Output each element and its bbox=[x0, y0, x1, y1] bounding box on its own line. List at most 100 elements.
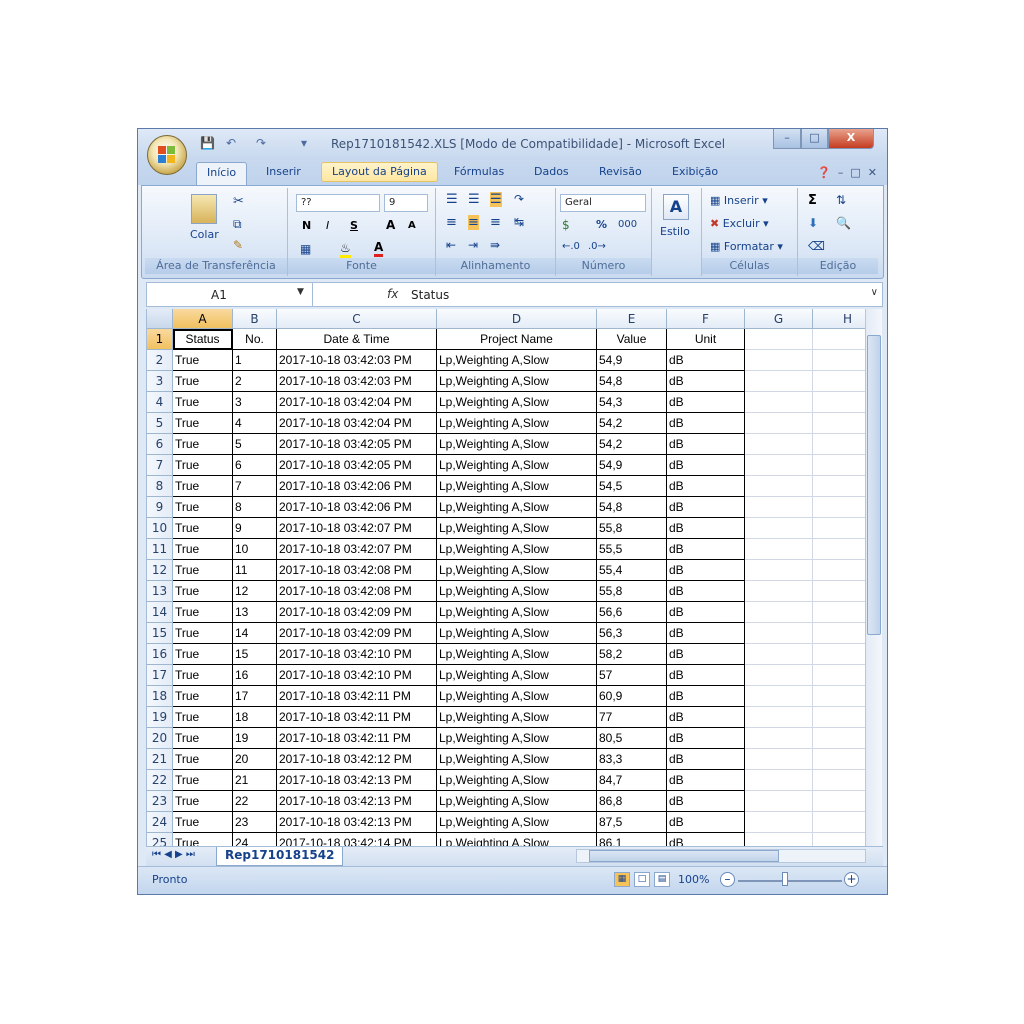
column-header-c[interactable]: C bbox=[277, 309, 437, 329]
table-cell[interactable] bbox=[813, 686, 865, 707]
tab-dados[interactable]: Dados bbox=[534, 165, 569, 178]
minimize-button[interactable]: – bbox=[773, 129, 801, 149]
table-cell[interactable]: 2017-10-18 03:42:11 PM bbox=[277, 707, 437, 728]
column-header-f[interactable]: F bbox=[667, 309, 745, 329]
decrease-decimal-icon[interactable]: .0→ bbox=[588, 241, 606, 252]
table-cell[interactable]: Lp,Weighting A,Slow bbox=[437, 371, 597, 392]
align-center-icon[interactable]: ≡ bbox=[468, 215, 479, 230]
table-cell[interactable]: dB bbox=[667, 434, 745, 455]
row-header[interactable]: 11 bbox=[147, 539, 173, 560]
table-cell[interactable]: Lp,Weighting A,Slow bbox=[437, 560, 597, 581]
horizontal-scrollbar[interactable] bbox=[576, 849, 866, 863]
table-cell[interactable]: 2017-10-18 03:42:10 PM bbox=[277, 644, 437, 665]
table-cell[interactable]: 21 bbox=[233, 770, 277, 791]
row-header[interactable]: 8 bbox=[147, 476, 173, 497]
align-middle-icon[interactable]: ☰ bbox=[468, 192, 480, 207]
row-header[interactable]: 12 bbox=[147, 560, 173, 581]
column-header-h[interactable]: H bbox=[813, 309, 865, 329]
table-cell[interactable]: True bbox=[173, 455, 233, 476]
sort-filter-icon[interactable]: ⇅ bbox=[836, 193, 846, 207]
table-cell[interactable]: 86,8 bbox=[597, 791, 667, 812]
table-cell[interactable]: Lp,Weighting A,Slow bbox=[437, 476, 597, 497]
table-cell[interactable]: 2017-10-18 03:42:09 PM bbox=[277, 623, 437, 644]
table-cell[interactable]: dB bbox=[667, 476, 745, 497]
format-painter-icon[interactable]: ✎ bbox=[233, 238, 243, 252]
table-cell[interactable]: True bbox=[173, 707, 233, 728]
vertical-scroll-thumb[interactable] bbox=[867, 335, 881, 635]
table-cell[interactable] bbox=[813, 728, 865, 749]
table-cell[interactable]: 2017-10-18 03:42:05 PM bbox=[277, 455, 437, 476]
table-cell[interactable]: 2017-10-18 03:42:11 PM bbox=[277, 728, 437, 749]
table-cell[interactable]: dB bbox=[667, 665, 745, 686]
zoom-in-icon[interactable]: + bbox=[844, 872, 859, 887]
spreadsheet-grid[interactable]: A B C D E F G H 1 Status No. Date & Time Project Nam… bbox=[146, 309, 865, 846]
row-header[interactable]: 23 bbox=[147, 791, 173, 812]
close-button[interactable]: X bbox=[828, 129, 874, 149]
increase-decimal-icon[interactable]: ←.0 bbox=[562, 241, 580, 252]
table-cell[interactable]: 17 bbox=[233, 686, 277, 707]
table-cell[interactable]: 54,9 bbox=[597, 350, 667, 371]
table-cell[interactable]: 2017-10-18 03:42:14 PM bbox=[277, 833, 437, 846]
row-header[interactable]: 21 bbox=[147, 749, 173, 770]
table-cell[interactable] bbox=[813, 350, 865, 371]
table-cell[interactable]: 3 bbox=[233, 392, 277, 413]
tab-formulas[interactable]: Fórmulas bbox=[454, 165, 504, 178]
underline-button[interactable]: S bbox=[350, 219, 358, 232]
table-cell[interactable]: True bbox=[173, 350, 233, 371]
table-cell[interactable]: 12 bbox=[233, 581, 277, 602]
table-cell[interactable]: 2017-10-18 03:42:03 PM bbox=[277, 350, 437, 371]
table-cell[interactable]: 5 bbox=[233, 434, 277, 455]
table-cell[interactable]: dB bbox=[667, 686, 745, 707]
table-cell[interactable] bbox=[813, 434, 865, 455]
sheet-tab[interactable]: Rep1710181542 bbox=[216, 847, 344, 866]
paste-button[interactable]: Colar bbox=[190, 228, 219, 241]
table-cell[interactable]: 2017-10-18 03:42:13 PM bbox=[277, 791, 437, 812]
table-cell[interactable]: 55,8 bbox=[597, 581, 667, 602]
merge-center-icon[interactable]: ↹ bbox=[514, 215, 524, 229]
row-header[interactable]: 6 bbox=[147, 434, 173, 455]
table-cell[interactable]: 14 bbox=[233, 623, 277, 644]
table-cell[interactable]: 8 bbox=[233, 497, 277, 518]
table-cell[interactable]: 2017-10-18 03:42:09 PM bbox=[277, 602, 437, 623]
row-header[interactable]: 10 bbox=[147, 518, 173, 539]
table-cell[interactable] bbox=[813, 665, 865, 686]
table-cell[interactable]: 2 bbox=[233, 371, 277, 392]
table-cell[interactable]: 24 bbox=[233, 833, 277, 846]
table-cell[interactable]: 1 bbox=[233, 350, 277, 371]
table-cell[interactable] bbox=[745, 791, 813, 812]
borders-icon[interactable]: ▦ bbox=[300, 242, 311, 256]
table-cell[interactable]: 54,9 bbox=[597, 455, 667, 476]
table-cell[interactable]: Lp,Weighting A,Slow bbox=[437, 581, 597, 602]
save-icon[interactable]: 💾 bbox=[200, 136, 215, 150]
autosum-button[interactable]: Σ bbox=[808, 193, 817, 208]
table-cell[interactable]: Lp,Weighting A,Slow bbox=[437, 623, 597, 644]
orientation-icon[interactable]: ↷ bbox=[514, 192, 524, 206]
table-cell[interactable]: dB bbox=[667, 770, 745, 791]
table-cell[interactable]: dB bbox=[667, 518, 745, 539]
align-top-icon[interactable]: ☰ bbox=[446, 192, 458, 207]
table-cell[interactable]: Lp,Weighting A,Slow bbox=[437, 413, 597, 434]
row-header[interactable]: 2 bbox=[147, 350, 173, 371]
fill-color-icon[interactable]: ♨ bbox=[340, 241, 351, 258]
table-cell[interactable]: 2017-10-18 03:42:03 PM bbox=[277, 371, 437, 392]
table-cell[interactable] bbox=[745, 686, 813, 707]
table-cell[interactable] bbox=[745, 665, 813, 686]
table-cell[interactable]: True bbox=[173, 539, 233, 560]
table-cell[interactable]: Lp,Weighting A,Slow bbox=[437, 644, 597, 665]
table-cell[interactable]: 60,9 bbox=[597, 686, 667, 707]
table-cell[interactable] bbox=[745, 476, 813, 497]
copy-icon[interactable]: ⧉ bbox=[233, 217, 242, 232]
row-header[interactable]: 14 bbox=[147, 602, 173, 623]
table-cell[interactable]: 19 bbox=[233, 728, 277, 749]
table-cell[interactable]: 58,2 bbox=[597, 644, 667, 665]
table-cell[interactable]: Lp,Weighting A,Slow bbox=[437, 728, 597, 749]
table-cell[interactable]: 54,2 bbox=[597, 434, 667, 455]
align-bottom-icon[interactable]: ☰ bbox=[490, 192, 502, 207]
horizontal-scroll-thumb[interactable] bbox=[589, 850, 779, 862]
text-direction-icon[interactable]: ⇛ bbox=[490, 238, 500, 252]
table-cell[interactable]: True bbox=[173, 644, 233, 665]
table-cell[interactable] bbox=[745, 434, 813, 455]
table-cell[interactable]: True bbox=[173, 434, 233, 455]
table-cell[interactable]: dB bbox=[667, 413, 745, 434]
table-cell[interactable]: 86,1 bbox=[597, 833, 667, 846]
